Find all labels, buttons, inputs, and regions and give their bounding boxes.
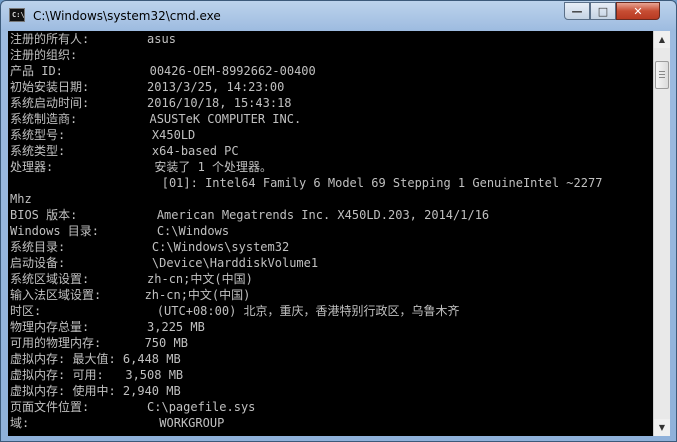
- title-bar[interactable]: C:\ C:\Windows\system32\cmd.exe — □ ✕: [1, 1, 676, 31]
- console-line: 产品 ID: 00426-OEM-8992662-00400: [10, 64, 316, 78]
- cmd-app-icon-label: C:\: [12, 11, 25, 19]
- console-line: 初始安装日期: 2013/3/25, 14:23:00: [10, 80, 285, 94]
- console-line: BIOS 版本: American Megatrends Inc. X450LD…: [10, 208, 490, 222]
- console-line: 时区: (UTC+08:00) 北京，重庆，香港特别行政区，乌鲁木齐: [10, 304, 460, 318]
- console-line: 虚拟内存: 使用中: 2,940 MB: [10, 384, 181, 398]
- close-icon: ✕: [633, 4, 643, 18]
- console-output: 注册的所有人: asus 注册的组织: 产品 ID: 00426-OEM-899…: [10, 31, 652, 436]
- maximize-icon: □: [597, 4, 609, 18]
- console-line: 系统型号: X450LD: [10, 128, 196, 142]
- scroll-down-arrow-icon[interactable]: ▼: [654, 419, 670, 436]
- console-line: 虚拟内存: 最大值: 6,448 MB: [10, 352, 181, 366]
- console-line: 系统启动时间: 2016/10/18, 15:43:18: [10, 96, 292, 110]
- console-line: 系统区域设置: zh-cn;中文(中国): [10, 272, 253, 286]
- console-line: 域: WORKGROUP: [10, 416, 225, 430]
- console-line: 输入法区域设置: zh-cn;中文(中国): [10, 288, 251, 302]
- scroll-up-arrow-icon[interactable]: ▲: [654, 31, 670, 48]
- minimize-button[interactable]: —: [564, 2, 590, 20]
- console-area[interactable]: 注册的所有人: asus 注册的组织: 产品 ID: 00426-OEM-899…: [8, 31, 670, 436]
- maximize-button[interactable]: □: [590, 2, 616, 20]
- console-line: 虚拟内存: 可用: 3,508 MB: [10, 368, 184, 382]
- console-line: Mhz: [10, 192, 32, 206]
- window-title: C:\Windows\system32\cmd.exe: [33, 9, 221, 23]
- cmd-window: C:\ C:\Windows\system32\cmd.exe — □ ✕ 注册…: [0, 0, 677, 442]
- vertical-scrollbar[interactable]: ▲ ▼: [653, 31, 670, 436]
- console-line: 处理器: 安装了 1 个处理器。: [10, 160, 273, 174]
- minimize-icon: —: [571, 4, 583, 18]
- console-line: 物理内存总量: 3,225 MB: [10, 320, 205, 334]
- console-line: 页面文件位置: C:\pagefile.sys: [10, 400, 256, 414]
- console-line: 系统目录: C:\Windows\system32: [10, 240, 290, 254]
- console-line: 系统制造商: ASUSTeK COMPUTER INC.: [10, 112, 302, 126]
- console-line: Windows 目录: C:\Windows: [10, 224, 230, 238]
- cmd-app-icon[interactable]: C:\: [9, 8, 25, 22]
- console-line: 注册的组织:: [10, 48, 78, 62]
- console-line: 注册的所有人: asus: [10, 32, 176, 46]
- console-line: 启动设备: \Device\HarddiskVolume1: [10, 256, 319, 270]
- scrollbar-thumb[interactable]: [655, 61, 669, 89]
- console-line: [01]: Intel64 Family 6 Model 69 Stepping…: [10, 176, 603, 190]
- close-button[interactable]: ✕: [616, 2, 660, 20]
- console-line: 系统类型: x64-based PC: [10, 144, 239, 158]
- console-line: 可用的物理内存: 750 MB: [10, 336, 188, 350]
